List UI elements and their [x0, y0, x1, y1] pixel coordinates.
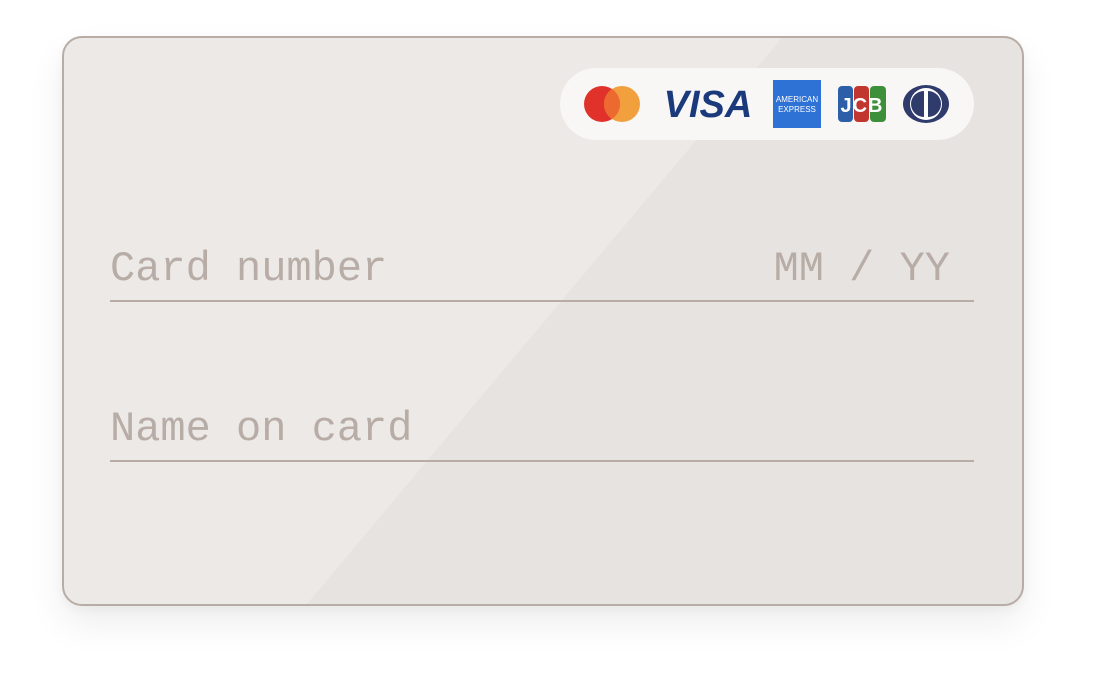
amex-wordmark-top: AMERICAN [776, 95, 818, 104]
jcb-wordmark: JCB [840, 95, 883, 117]
amex-icon: AMERICAN EXPRESS [773, 80, 821, 128]
name-on-card-input[interactable] [110, 398, 974, 462]
accepted-brands: VISA AMERICAN EXPRESS JCB [560, 68, 974, 140]
payment-card-stage: VISA AMERICAN EXPRESS JCB [0, 0, 1102, 676]
visa-icon: VISA [659, 84, 757, 124]
expiry-input[interactable] [740, 238, 950, 300]
diners-club-icon [902, 84, 950, 124]
amex-wordmark-bottom: EXPRESS [778, 105, 816, 114]
visa-wordmark: VISA [663, 84, 752, 124]
credit-card-form: VISA AMERICAN EXPRESS JCB [62, 36, 1024, 606]
mastercard-icon [582, 84, 642, 124]
jcb-icon: JCB [837, 86, 886, 122]
